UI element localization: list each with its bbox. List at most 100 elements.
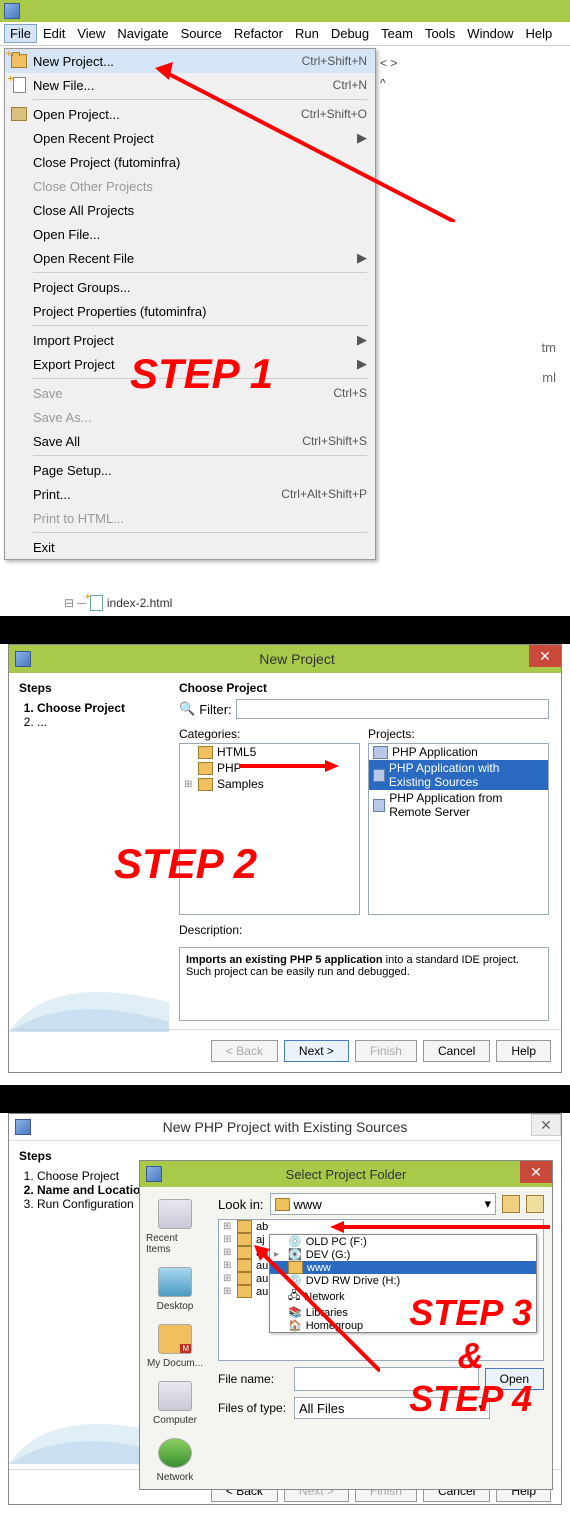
step-current: Choose Project — [37, 701, 169, 715]
menu-file[interactable]: File — [4, 24, 37, 43]
new-php-project-dialog: New PHP Project with Existing Sources ✕ S… — [8, 1113, 562, 1505]
finish-button: Finish — [355, 1040, 417, 1062]
menu-navigate[interactable]: Navigate — [111, 24, 174, 43]
folder-icon — [198, 778, 213, 791]
back-button: < Back — [211, 1040, 278, 1062]
folder-icon — [198, 762, 213, 775]
menu-refactor[interactable]: Refactor — [228, 24, 289, 43]
network-icon — [158, 1438, 192, 1468]
mi-open-project[interactable]: Open Project...Ctrl+Shift+O — [5, 102, 375, 126]
dialog-icon — [15, 1119, 31, 1135]
mi-close-project[interactable]: Close Project (futominfra) — [5, 150, 375, 174]
mi-close-all[interactable]: Close All Projects — [5, 198, 375, 222]
place-documents[interactable]: MMy Docum... — [141, 1318, 209, 1375]
folder-icon — [288, 1261, 303, 1274]
place-desktop[interactable]: Desktop — [151, 1261, 200, 1318]
mi-close-other: Close Other Projects — [5, 174, 375, 198]
mi-import[interactable]: Import Project▶ — [5, 328, 375, 352]
inner-dialog-title: Select Project Folder — [286, 1167, 407, 1182]
folder-icon — [198, 746, 213, 759]
folder-icon — [237, 1246, 252, 1259]
folder-icon — [237, 1220, 252, 1233]
place-network[interactable]: Network — [151, 1432, 200, 1489]
help-button[interactable]: Help — [496, 1040, 551, 1062]
mi-project-props[interactable]: Project Properties (futominfra) — [5, 299, 375, 323]
look-in-label: Look in: — [218, 1197, 264, 1212]
mi-project-groups[interactable]: Project Groups... — [5, 275, 375, 299]
close-button[interactable]: ✕ — [529, 645, 561, 667]
documents-icon: M — [158, 1324, 192, 1354]
filename-label: File name: — [218, 1372, 288, 1386]
categories-label: Categories: — [179, 727, 360, 741]
mi-new-file[interactable]: New File...Ctrl+N — [5, 73, 375, 97]
mi-new-project[interactable]: New Project...Ctrl+Shift+N — [5, 49, 375, 73]
up-folder-icon[interactable] — [502, 1195, 520, 1213]
titlebar — [0, 0, 570, 22]
step2-label: STEP 2 — [114, 840, 257, 888]
section-label: Choose Project — [179, 681, 549, 695]
php-icon — [373, 799, 385, 812]
mi-open-file[interactable]: Open File... — [5, 222, 375, 246]
folder-icon — [275, 1198, 290, 1211]
dialog-icon — [146, 1166, 162, 1182]
dialog-icon — [15, 651, 31, 667]
close-button[interactable]: ✕ — [520, 1161, 552, 1183]
menu-tools[interactable]: Tools — [419, 24, 461, 43]
menu-run[interactable]: Run — [289, 24, 325, 43]
menubar: File Edit View Navigate Source Refactor … — [0, 22, 570, 46]
dialog-title: New PHP Project with Existing Sources — [163, 1119, 408, 1135]
mi-open-recent-project[interactable]: Open Recent Project▶ — [5, 126, 375, 150]
place-computer[interactable]: Computer — [147, 1375, 203, 1432]
filter-input[interactable] — [236, 699, 549, 719]
mi-save-all[interactable]: Save AllCtrl+Shift+S — [5, 429, 375, 453]
folder-icon — [237, 1259, 252, 1272]
search-icon: 🔍 — [179, 701, 195, 717]
folder-icon — [237, 1272, 252, 1285]
bg-htm: tm — [542, 340, 556, 355]
look-in-combo[interactable]: www▾ — [270, 1193, 496, 1215]
desktop-icon — [158, 1267, 192, 1297]
menu-view[interactable]: View — [71, 24, 111, 43]
new-project-icon — [11, 54, 27, 68]
cancel-button[interactable]: Cancel — [423, 1040, 490, 1062]
folder-icon — [237, 1285, 252, 1298]
recent-icon — [158, 1199, 192, 1229]
mi-save-as: Save As... — [5, 405, 375, 429]
open-project-icon — [11, 107, 27, 121]
php-icon — [373, 769, 385, 782]
mi-exit[interactable]: Exit — [5, 535, 375, 559]
menu-debug[interactable]: Debug — [325, 24, 375, 43]
description-label: Description: — [179, 923, 549, 937]
categories-list[interactable]: HTML5 PHP ⊞Samples — [179, 743, 360, 915]
place-recent[interactable]: Recent Items — [140, 1193, 210, 1261]
menu-window[interactable]: Window — [461, 24, 519, 43]
next-button[interactable]: Next > — [284, 1040, 349, 1062]
projects-list[interactable]: PHP Application PHP Application with Exi… — [368, 743, 549, 915]
close-button[interactable]: ✕ — [531, 1114, 561, 1136]
description-box: Imports an existing PHP 5 application in… — [179, 947, 549, 1021]
filter-label: Filter: — [199, 702, 232, 717]
menu-help[interactable]: Help — [520, 24, 559, 43]
select-folder-dialog: Select Project Folder ✕ Recent Items Desk… — [139, 1160, 553, 1490]
mi-page-setup[interactable]: Page Setup... — [5, 458, 375, 482]
menu-team[interactable]: Team — [375, 24, 419, 43]
mi-open-recent-file[interactable]: Open Recent File▶ — [5, 246, 375, 270]
home-icon[interactable] — [526, 1195, 544, 1213]
projects-label: Projects: — [368, 727, 549, 741]
dialog-title: New Project — [39, 651, 555, 667]
menu-source[interactable]: Source — [175, 24, 228, 43]
step-next: ... — [37, 715, 169, 729]
mi-print[interactable]: Print...Ctrl+Alt+Shift+P — [5, 482, 375, 506]
menu-edit[interactable]: Edit — [37, 24, 71, 43]
computer-icon — [158, 1381, 192, 1411]
file-menu-dropdown: New Project...Ctrl+Shift+N New File...Ct… — [4, 48, 376, 560]
folder-icon — [237, 1233, 252, 1246]
filetype-label: Files of type: — [218, 1401, 288, 1415]
tree-item[interactable]: ⊟ ─index-2.html — [64, 595, 172, 611]
new-file-icon — [13, 77, 26, 93]
app-icon — [4, 3, 20, 19]
bg-ml: ml — [542, 370, 556, 385]
new-project-dialog: New Project✕ Steps Choose Project ... Ch… — [8, 644, 562, 1073]
step34-label: STEP 3 & STEP 4 — [409, 1291, 532, 1421]
places-sidebar: Recent Items Desktop MMy Docum... Comput… — [140, 1187, 210, 1489]
